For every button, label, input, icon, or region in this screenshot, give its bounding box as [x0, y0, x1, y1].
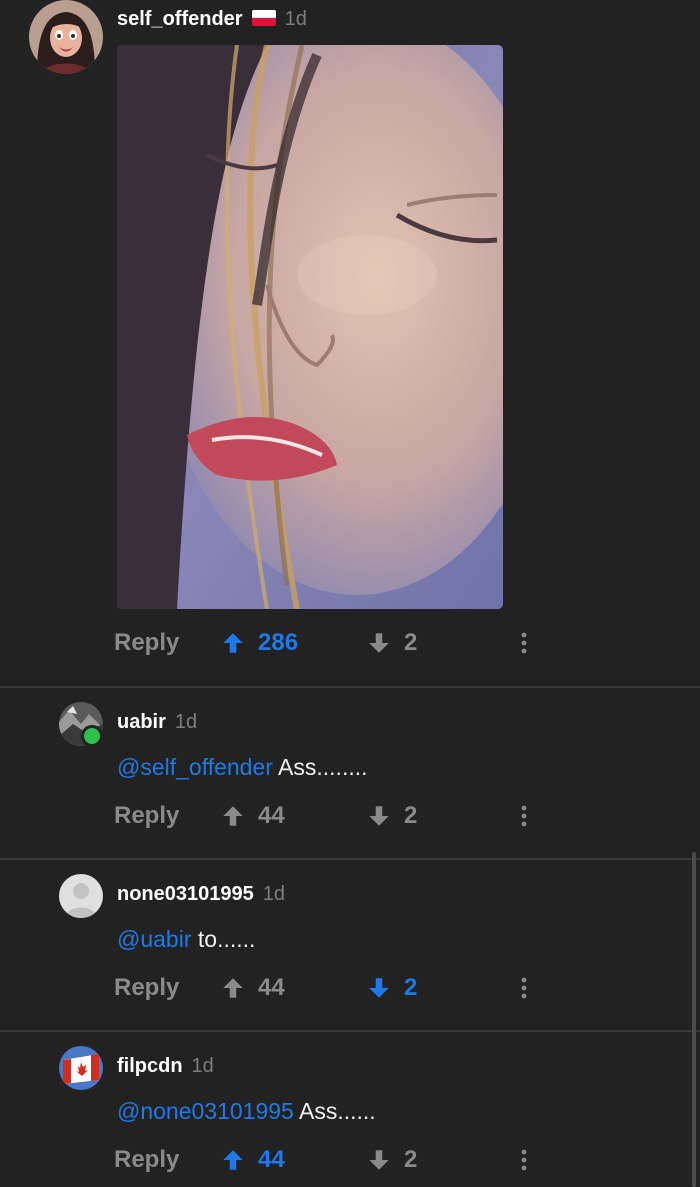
comment-filpcdn: filpcdn 1d @none03101995 Ass...... Reply… [0, 1032, 700, 1187]
comment-body: to...... [191, 926, 256, 952]
avatar[interactable] [59, 1046, 103, 1090]
downvote-button[interactable]: 2 [366, 626, 417, 660]
reply-button[interactable]: Reply [114, 799, 179, 833]
timestamp: 1d [262, 883, 286, 905]
mention-link[interactable]: @uabir [117, 926, 192, 952]
comment-actions: Reply 44 2 [0, 1143, 700, 1177]
upvote-button[interactable]: 286 [220, 626, 298, 660]
reply-button[interactable]: Reply [114, 971, 179, 1005]
cartoon-avatar-icon [29, 0, 103, 74]
reply-button[interactable]: Reply [114, 626, 179, 660]
comment-self-offender: self_offender 1d Reply 286 2 [0, 0, 700, 686]
downvote-count: 2 [404, 974, 418, 1001]
downvote-button[interactable]: 2 [366, 1143, 417, 1177]
upvote-count: 44 [258, 974, 285, 1001]
mention-link[interactable]: @self_offender [117, 754, 273, 780]
comment-header: uabir 1d [117, 711, 197, 734]
default-user-icon [59, 874, 103, 918]
arrow-up-icon [223, 1150, 243, 1170]
username[interactable]: uabir [117, 711, 166, 734]
online-status-indicator [81, 725, 103, 747]
upvote-button[interactable]: 44 [220, 1143, 285, 1177]
comment-uabir: uabir 1d @self_offender Ass........ Repl… [0, 688, 700, 858]
arrow-up-icon [223, 633, 243, 653]
more-options-icon[interactable] [518, 632, 530, 654]
comment-actions: Reply 286 2 [0, 626, 700, 660]
downvote-count: 2 [404, 1146, 418, 1173]
upvote-button[interactable]: 44 [220, 799, 285, 833]
comment-text: @none03101995 Ass...... [117, 1098, 376, 1125]
canada-flag-avatar-icon [59, 1046, 103, 1090]
comment-header: self_offender 1d [117, 8, 307, 31]
downvote-count: 2 [404, 802, 418, 829]
comment-header: filpcdn 1d [117, 1055, 214, 1078]
comment-actions: Reply 44 2 [0, 799, 700, 833]
upvote-count: 286 [258, 629, 299, 656]
timestamp: 1d [284, 8, 307, 30]
avatar[interactable] [59, 874, 103, 918]
poland-flag-icon [251, 10, 276, 26]
arrow-up-icon [223, 978, 243, 998]
more-options-icon[interactable] [518, 805, 530, 827]
comment-body: Ass........ [272, 754, 368, 780]
arrow-down-icon [369, 806, 389, 826]
reply-button[interactable]: Reply [114, 1143, 179, 1177]
downvote-count: 2 [404, 629, 418, 656]
timestamp: 1d [191, 1055, 214, 1077]
upvote-count: 44 [258, 1146, 285, 1173]
arrow-down-icon [369, 1150, 389, 1170]
username[interactable]: none03101995 [117, 883, 254, 906]
comment-text: @uabir to...... [117, 926, 255, 953]
upvote-button[interactable]: 44 [220, 971, 285, 1005]
mention-link[interactable]: @none03101995 [117, 1098, 294, 1124]
timestamp: 1d [174, 711, 198, 733]
downvote-button[interactable]: 2 [366, 971, 417, 1005]
arrow-up-icon [223, 806, 243, 826]
comment-image[interactable] [117, 45, 503, 609]
upvote-count: 44 [258, 802, 285, 829]
arrow-down-icon [369, 633, 389, 653]
comment-body: Ass...... [293, 1098, 376, 1124]
comment-text: @self_offender Ass........ [117, 754, 368, 781]
comment-none03101995: none03101995 1d @uabir to...... Reply 44… [0, 860, 700, 1030]
comment-actions: Reply 44 2 [0, 971, 700, 1005]
username[interactable]: filpcdn [117, 1055, 183, 1078]
more-options-icon[interactable] [518, 977, 530, 999]
downvote-button[interactable]: 2 [366, 799, 417, 833]
username[interactable]: self_offender [117, 8, 243, 31]
comment-header: none03101995 1d [117, 883, 285, 906]
more-options-icon[interactable] [518, 1149, 530, 1171]
avatar[interactable] [29, 0, 103, 74]
scrollbar[interactable] [692, 852, 696, 1187]
arrow-down-icon [369, 978, 389, 998]
